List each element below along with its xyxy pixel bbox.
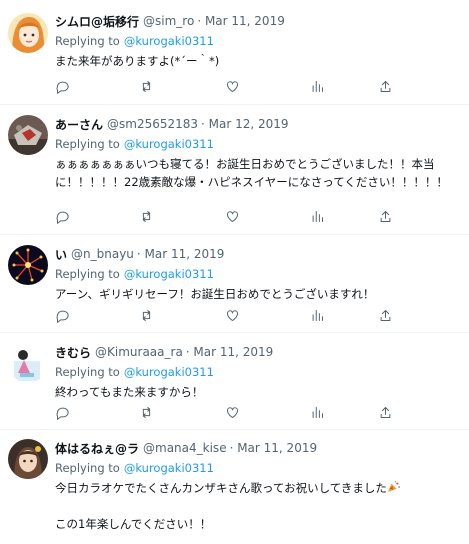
tweet-text: また来年がありますよ(*´ー｀*) — [55, 52, 463, 70]
mention-link[interactable]: @kurogaki0311 — [124, 365, 214, 379]
retweet-icon[interactable] — [136, 76, 156, 96]
author-name[interactable]: い — [55, 246, 67, 263]
mention-link[interactable]: @kurogaki0311 — [124, 34, 214, 48]
tweet-text: アーン、ギリギリセーフ！お誕生日おめでとうございますれ！ — [55, 285, 463, 303]
avatar[interactable] — [8, 13, 48, 53]
reply-feed: シムロ@垢移行 @sim_ro · Mar 11, 2019 Replying … — [0, 0, 469, 544]
reply-tweet[interactable]: 体はるねぇ@ラ @mana4_kise · Mar 11, 2019 Reply… — [0, 430, 469, 544]
tweet-text-line: 終わってもまた来ますから！ — [55, 385, 204, 399]
tweet-text-line: ぁぁぁぁぁぁぁいつも寝てる！お誕生日おめでとうございました！！本当に！！！！！2… — [55, 157, 448, 189]
retweet-icon[interactable] — [136, 402, 156, 422]
tweet-date[interactable]: · Mar 12, 2019 — [201, 117, 289, 131]
avatar[interactable] — [8, 439, 48, 479]
action-bar — [55, 76, 395, 96]
avatar[interactable] — [8, 115, 48, 155]
reply-tweet[interactable]: きむら @Kimuraaa_ra · Mar 11, 2019 Replying… — [0, 333, 469, 430]
avatar[interactable] — [8, 245, 48, 285]
author-handle[interactable]: @sim_ro — [143, 14, 194, 28]
reply-icon[interactable] — [52, 76, 72, 96]
action-bar — [55, 402, 395, 422]
like-icon[interactable] — [222, 402, 242, 422]
tweet-date[interactable]: · Mar 11, 2019 — [230, 441, 318, 455]
tweet-text-line: アーン、ギリギリセーフ！お誕生日おめでとうございますれ！ — [55, 287, 375, 301]
tweet-text: ぁぁぁぁぁぁぁいつも寝てる！お誕生日おめでとうございました！！本当に！！！！！2… — [55, 155, 463, 191]
like-icon[interactable] — [222, 305, 242, 325]
mention-link[interactable]: @kurogaki0311 — [124, 461, 214, 475]
author-name[interactable]: 体はるねぇ@ラ — [55, 440, 139, 457]
author-name[interactable]: シムロ@垢移行 — [55, 13, 139, 30]
tweet-date[interactable]: · Mar 11, 2019 — [197, 14, 285, 28]
views-icon[interactable] — [307, 305, 327, 325]
share-icon[interactable] — [375, 76, 395, 96]
share-icon[interactable] — [375, 305, 395, 325]
reply-icon[interactable] — [52, 206, 72, 226]
replying-to-label: Replying to — [55, 267, 120, 281]
reply-tweet[interactable]: あーさん @sm25652183 · Mar 12, 2019 Replying… — [0, 105, 469, 235]
tweet-text: 今日カラオケでたくさんカンザキさん歌ってお祝いしてきました この1年楽しんでくだ… — [55, 479, 463, 533]
author-handle[interactable]: @n_bnayu — [71, 247, 134, 261]
retweet-icon[interactable] — [136, 305, 156, 325]
author-name[interactable]: あーさん — [55, 116, 103, 133]
reply-icon[interactable] — [52, 402, 72, 422]
views-icon[interactable] — [307, 76, 327, 96]
tweet-date[interactable]: · Mar 11, 2019 — [137, 247, 225, 261]
views-icon[interactable] — [307, 402, 327, 422]
reply-icon[interactable] — [52, 305, 72, 325]
replying-to-label: Replying to — [55, 34, 120, 48]
tweet-text-line — [55, 497, 463, 515]
mention-link[interactable]: @kurogaki0311 — [124, 137, 214, 151]
author-name[interactable]: きむら — [55, 344, 91, 361]
like-icon[interactable] — [222, 206, 242, 226]
reply-tweet[interactable]: シムロ@垢移行 @sim_ro · Mar 11, 2019 Replying … — [0, 0, 469, 105]
replying-to-label: Replying to — [55, 365, 120, 379]
author-handle[interactable]: @Kimuraaa_ra — [95, 345, 183, 359]
tweet-date[interactable]: · Mar 11, 2019 — [186, 345, 274, 359]
author-handle[interactable]: @mana4_kise — [143, 441, 227, 455]
share-icon[interactable] — [375, 206, 395, 226]
views-icon[interactable] — [307, 206, 327, 226]
tweet-text-line: この1年楽しんでください！！ — [55, 517, 212, 531]
like-icon[interactable] — [222, 76, 242, 96]
party-popper-icon — [387, 481, 400, 493]
tweet-text-line: 今日カラオケでたくさんカンザキさん歌ってお祝いしてきました — [55, 479, 463, 497]
tweet-text-line: また来年がありますよ(*´ー｀*) — [55, 54, 220, 68]
mention-link[interactable]: @kurogaki0311 — [124, 267, 214, 281]
share-icon[interactable] — [375, 402, 395, 422]
avatar[interactable] — [8, 343, 48, 383]
author-handle[interactable]: @sm25652183 — [107, 117, 198, 131]
reply-tweet[interactable]: い @n_bnayu · Mar 11, 2019 Replying to @k… — [0, 235, 469, 333]
action-bar — [55, 206, 395, 226]
action-bar — [55, 305, 395, 325]
tweet-text: 終わってもまた来ますから！ — [55, 383, 463, 401]
replying-to-label: Replying to — [55, 137, 120, 151]
retweet-icon[interactable] — [136, 206, 156, 226]
replying-to-label: Replying to — [55, 461, 120, 475]
